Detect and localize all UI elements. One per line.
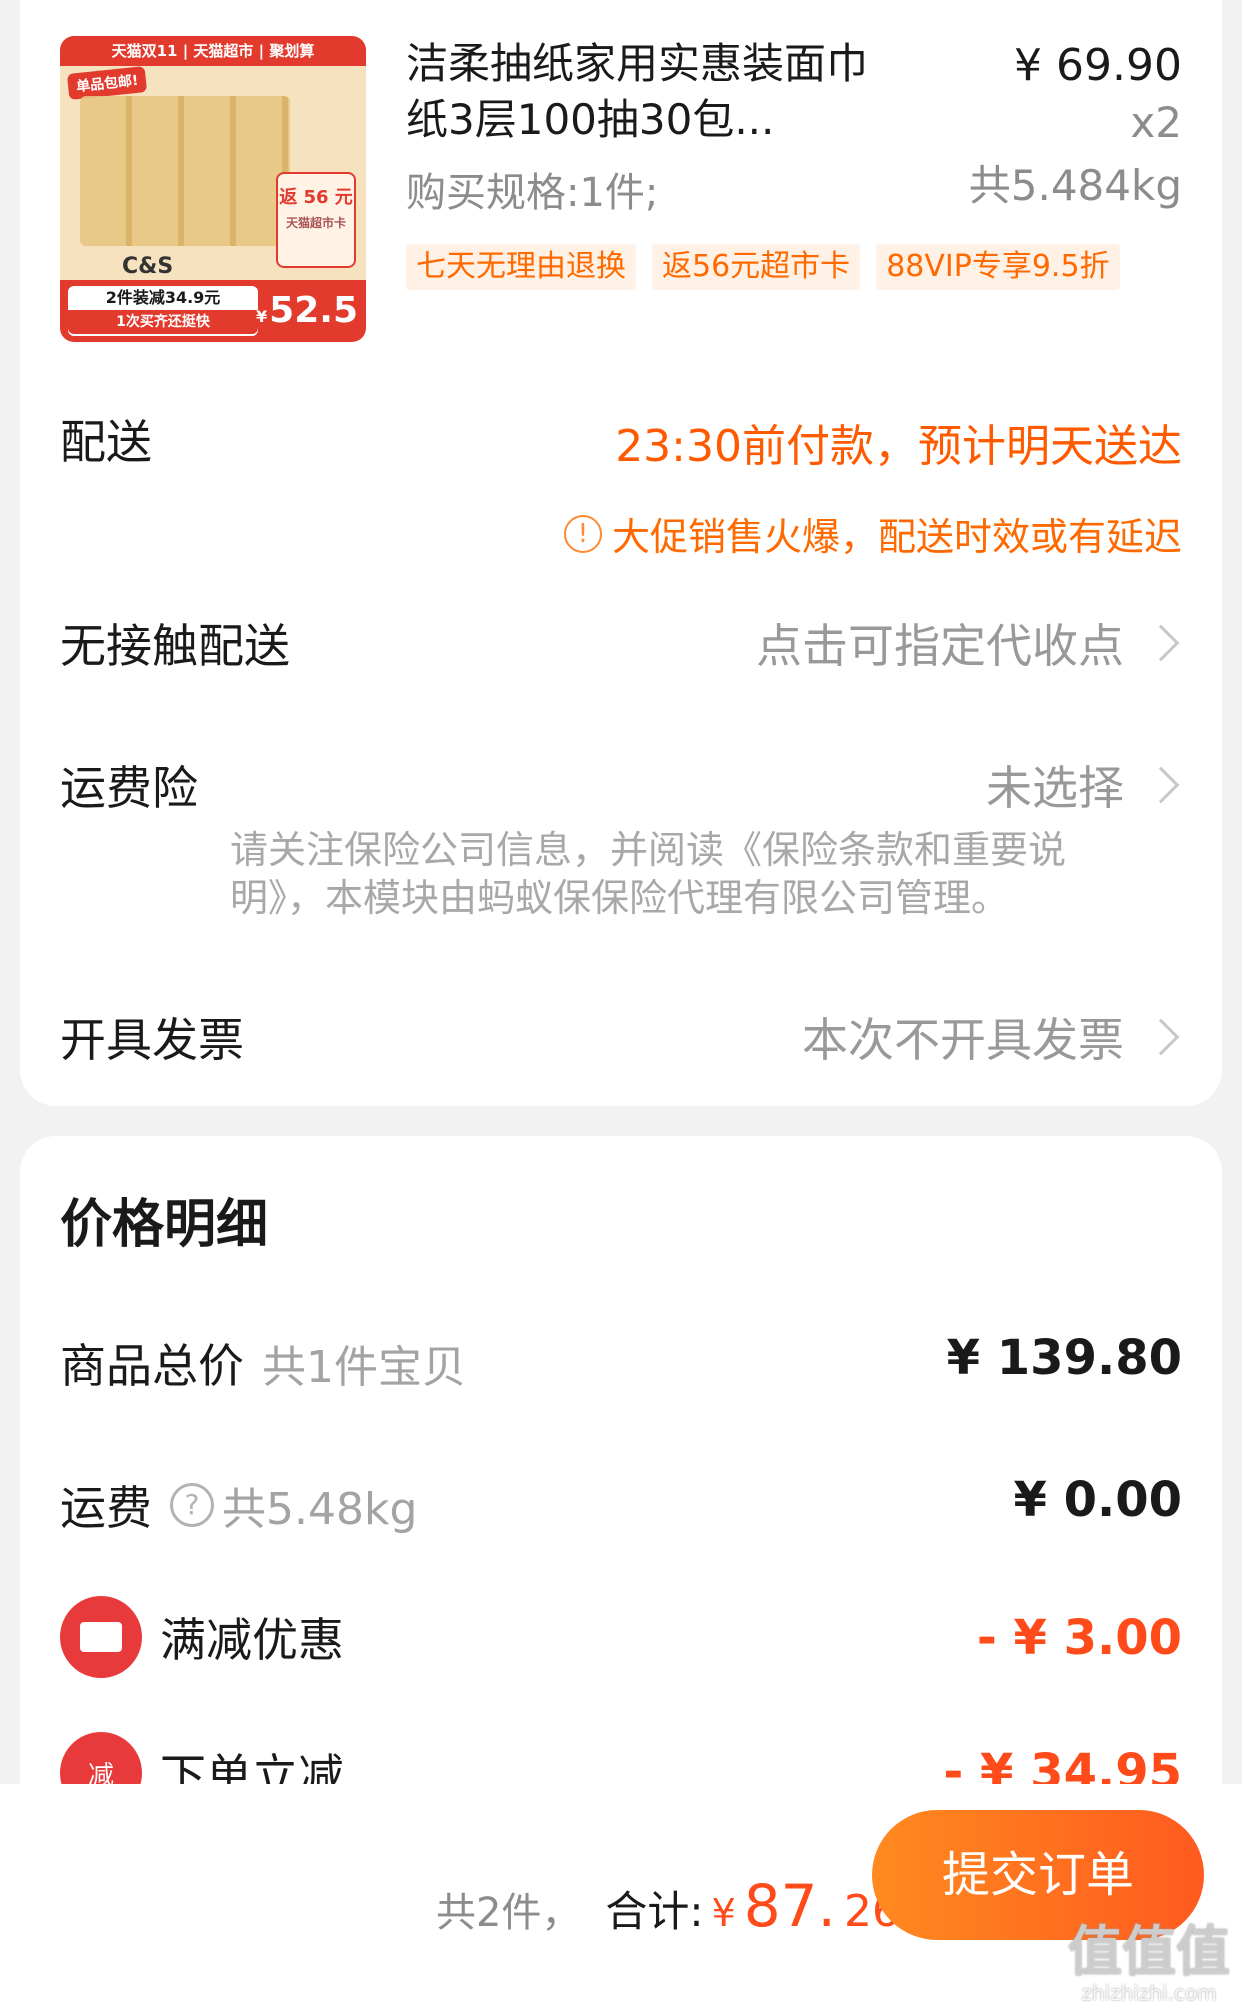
shipping-fee-weight: 共5.48kg: [222, 1484, 418, 1535]
goods-total-value: ¥ 139.80: [946, 1330, 1182, 1386]
tag-supermarket-card: 返56元超市卡: [652, 244, 861, 290]
product-weight: 共5.484kg: [968, 161, 1182, 210]
order-card: 天猫双11 | 天猫超市 | 聚划算 单品包邮! C&S 返 56 元 天猫超市…: [20, 0, 1222, 1106]
delivery-label: 配送: [60, 415, 152, 469]
checkout-item-count: 共2件，: [435, 1890, 582, 1936]
thumbnail-deal-note: 1次买齐还挺快: [68, 310, 258, 334]
contactless-value: 点击可指定代收点: [756, 619, 1124, 673]
thumbnail-brand: C&S: [122, 254, 174, 279]
thumbnail-bottom-strip: 2件装减34.9元 1次买齐还挺快 ¥52.5: [60, 280, 366, 342]
checkout-summary: 共2件， 合计: ¥ 87. 26: [436, 1872, 900, 1940]
chevron-right-icon: [1142, 766, 1180, 804]
product-spec[interactable]: 购买规格:1件;: [406, 160, 658, 218]
checkout-total-label: 合计:: [605, 1887, 704, 1936]
delivery-warning-text: 大促销售火爆，配送时效或有延迟: [611, 515, 1182, 559]
checkout-currency: ¥: [711, 1891, 736, 1935]
delivery-warning: ! 大促销售火爆，配送时效或有延迟: [563, 506, 1182, 561]
thumbnail-product-stack: [80, 96, 290, 246]
invoice-value: 本次不开具发票: [802, 1013, 1124, 1067]
full-reduction-value: - ¥ 3.00: [976, 1610, 1182, 1666]
shipping-insurance-note[interactable]: 请关注保险公司信息，并阅读《保险条款和重要说明》，本模块由蚂蚁保保险代理有限公司…: [230, 826, 1160, 922]
goods-total-label: 商品总价: [60, 1339, 244, 1393]
question-circle-icon[interactable]: ?: [170, 1483, 214, 1527]
watermark: 值值值 zhizhizhi.com: [1068, 1920, 1230, 2005]
checkout-amount: 87.: [743, 1872, 836, 1940]
product-title[interactable]: 洁柔抽纸家用实惠装面巾纸3层100抽30包...: [406, 36, 906, 148]
shipping-fee-sub: ? 共5.48kg: [170, 1473, 417, 1537]
thumbnail-tag: 单品包邮!: [66, 65, 148, 101]
delivery-estimate: 23:30前付款，预计明天送达: [615, 421, 1182, 472]
tag-88vip-discount: 88VIP专享9.5折: [876, 244, 1120, 290]
product-thumbnail[interactable]: 天猫双11 | 天猫超市 | 聚划算 单品包邮! C&S 返 56 元 天猫超市…: [60, 36, 366, 342]
price-detail-title: 价格明细: [60, 1195, 269, 1255]
contactless-label: 无接触配送: [60, 619, 290, 673]
product-quantity: x2: [1130, 98, 1182, 147]
chevron-right-icon: [1142, 1018, 1180, 1056]
watermark-logo: 值值值: [1068, 1920, 1230, 1983]
goods-total-row: 商品总价 共1件宝贝: [60, 1330, 466, 1396]
invoice-label: 开具发票: [60, 1013, 244, 1067]
thumbnail-badge-bottom: 天猫超市卡: [285, 216, 346, 230]
shipping-fee-value: ¥ 0.00: [1013, 1472, 1182, 1528]
shipping-fee-row: 运费 ? 共5.48kg: [60, 1472, 417, 1538]
thumbnail-deal: 2件装减34.9元 1次买齐还挺快: [68, 286, 258, 336]
shipping-fee-label: 运费: [60, 1481, 152, 1535]
thumbnail-badge-top: 返 56 元: [279, 187, 353, 208]
goods-total-sub: 共1件宝贝: [262, 1342, 466, 1393]
coupon-icon: [60, 1596, 142, 1678]
full-reduction-row: 满减优惠: [60, 1596, 344, 1678]
shipping-insurance-label: 运费险: [60, 761, 198, 815]
thumbnail-banner: 天猫双11 | 天猫超市 | 聚划算: [60, 36, 366, 66]
full-reduction-label: 满减优惠: [160, 1613, 344, 1667]
product-tags: 七天无理由退换 返56元超市卡 88VIP专享9.5折: [406, 244, 1120, 290]
thumbnail-price-currency: ¥: [256, 307, 268, 326]
thumbnail-deal-text: 2件装减34.9元: [105, 288, 221, 307]
tag-return-policy: 七天无理由退换: [406, 244, 636, 290]
invoice-selector[interactable]: 本次不开具发票: [802, 1004, 1182, 1070]
contactless-selector[interactable]: 点击可指定代收点: [756, 610, 1182, 676]
shipping-insurance-value: 未选择: [986, 761, 1124, 815]
product-price: ¥ 69.90: [1014, 40, 1182, 91]
thumbnail-price-value: 52.5: [269, 290, 358, 331]
watermark-url: zhizhizhi.com: [1081, 1981, 1217, 2005]
thumbnail-badge: 返 56 元 天猫超市卡: [276, 172, 356, 268]
warning-circle-icon: !: [563, 514, 602, 553]
thumbnail-price: ¥52.5: [256, 288, 358, 340]
chevron-right-icon: [1142, 624, 1180, 662]
checkout-bar: 共2件， 合计: ¥ 87. 26 提交订单 值值值 zhizhizhi.com: [0, 1784, 1242, 2012]
shipping-insurance-selector[interactable]: 未选择: [986, 752, 1182, 818]
